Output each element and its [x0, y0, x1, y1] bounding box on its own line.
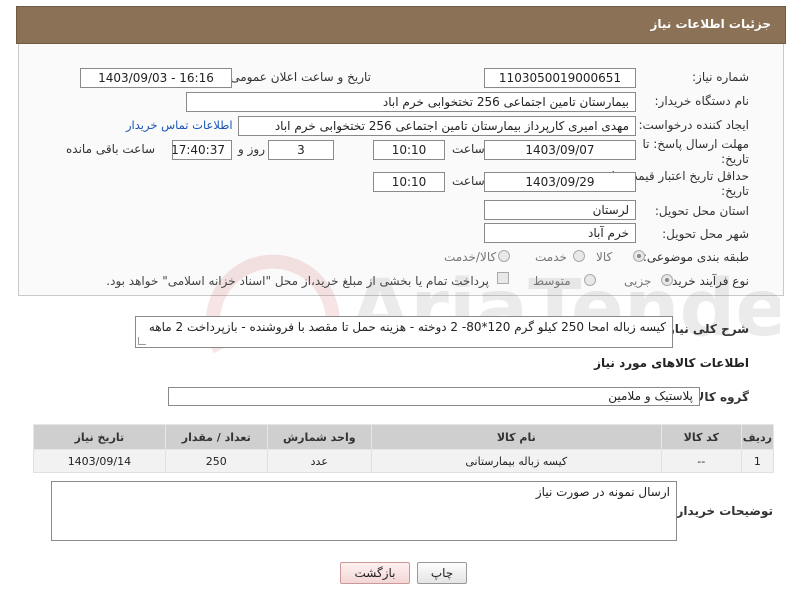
goods-table: ردیف کد کالا نام کالا واحد شمارش تعداد /…	[33, 424, 775, 473]
goods-section-title: اطلاعات کالاهای مورد نیاز	[594, 356, 749, 370]
buyer-label: نام دستگاه خریدار:	[654, 94, 750, 108]
announce-field: 1403/09/03 - 16:16	[80, 68, 232, 88]
days-label: روز و	[238, 142, 265, 156]
cell-unit: عدد	[266, 449, 372, 473]
cell-qty: 250	[164, 449, 268, 473]
cell-row: 1	[740, 449, 775, 473]
description-label: شرح کلی نیاز:	[663, 322, 749, 336]
description-text: کیسه زباله امحا 250 کیلو گرم 120*80- 2 د…	[148, 320, 666, 334]
contact-info-link[interactable]: اطلاعات تماس خریدار	[126, 118, 233, 132]
category-option-goods: کالا	[596, 250, 613, 264]
col-code: کد کالا	[660, 424, 742, 450]
validity-date-label: تاریخ:	[721, 184, 749, 198]
deadline-time-field: 10:10	[373, 140, 445, 160]
province-label: استان محل تحویل:	[654, 204, 749, 218]
col-unit: واحد شمارش	[266, 424, 372, 450]
category-radio-goods[interactable]	[633, 250, 645, 262]
deadline-date-label: تاریخ:	[721, 152, 749, 166]
city-label: شهر محل تحویل:	[662, 227, 749, 241]
description-field: کیسه زباله امحا 250 کیلو گرم 120*80- 2 د…	[135, 316, 673, 348]
creator-field: مهدی امیری کارپرداز بیمارستان تامین اجتم…	[238, 116, 636, 136]
category-radio-both[interactable]	[498, 250, 510, 262]
deadline-label: مهلت ارسال پاسخ: تا	[642, 137, 749, 151]
category-label: طبقه بندی موضوعی:	[642, 250, 749, 264]
print-button[interactable]: چاپ	[417, 562, 467, 584]
back-button[interactable]: بازگشت	[340, 562, 410, 584]
category-option-service: خدمت	[535, 250, 567, 264]
province-field: لرستان	[484, 200, 636, 220]
remaining-label: ساعت باقی مانده	[66, 142, 156, 156]
goods-group-field: پلاستیک و ملامین	[168, 387, 700, 406]
treasury-note: پرداخت تمام یا بخشی از مبلغ خرید،از محل …	[106, 274, 489, 288]
remaining-time-field: 17:40:37	[172, 140, 232, 160]
buyer-notes-label: توضیحات خریدار:	[671, 504, 773, 518]
buyer-field: بیمارستان تامین اجتماعی 256 تختخوابی خرم…	[186, 92, 636, 112]
cell-name: کیسه زباله بیمارستانی	[370, 449, 662, 473]
header-bar: جزئیات اطلاعات نیاز	[16, 6, 786, 44]
table-row: 1 -- کیسه زباله بیمارستانی عدد 250 1403/…	[33, 449, 775, 473]
need-number-field: 1103050019000651	[484, 68, 636, 88]
category-radio-service[interactable]	[573, 250, 585, 262]
need-number-label: شماره نیاز:	[692, 70, 749, 84]
deadline-time-label: ساعت	[452, 142, 485, 156]
purchase-option-medium: متوسط	[533, 274, 571, 288]
purchase-option-minor: جزیی	[624, 274, 652, 288]
validity-date-field: 1403/09/29	[484, 172, 636, 192]
buyer-notes-field: ارسال نمونه در صورت نیاز	[51, 481, 677, 541]
page-title: جزئیات اطلاعات نیاز	[650, 17, 771, 31]
col-qty: تعداد / مقدار	[164, 424, 268, 450]
cell-code: --	[660, 449, 742, 473]
creator-label: ایجاد کننده درخواست:	[638, 118, 749, 132]
category-option-both: کالا/خدمت	[444, 250, 497, 264]
deadline-date-field: 1403/09/07	[484, 140, 636, 160]
purchase-type-label: نوع فرآیند خرید :	[664, 274, 749, 288]
resize-grip[interactable]	[138, 337, 146, 345]
purchase-radio-medium[interactable]	[584, 274, 596, 286]
purchase-radio-minor[interactable]	[661, 274, 673, 286]
validity-time-label: ساعت	[452, 174, 485, 188]
cell-date: 1403/09/14	[33, 449, 166, 473]
buyer-notes-text: ارسال نمونه در صورت نیاز	[535, 485, 670, 499]
treasury-checkbox[interactable]	[497, 272, 509, 284]
city-field: خرم آباد	[484, 223, 636, 243]
announce-label: تاریخ و ساعت اعلان عمومی:	[226, 70, 371, 84]
col-row: ردیف	[740, 424, 775, 450]
days-field: 3	[268, 140, 334, 160]
col-name: نام کالا	[370, 424, 662, 450]
col-date: تاریخ نیاز	[33, 424, 166, 450]
validity-time-field: 10:10	[373, 172, 445, 192]
table-header-row: ردیف کد کالا نام کالا واحد شمارش تعداد /…	[33, 424, 775, 450]
